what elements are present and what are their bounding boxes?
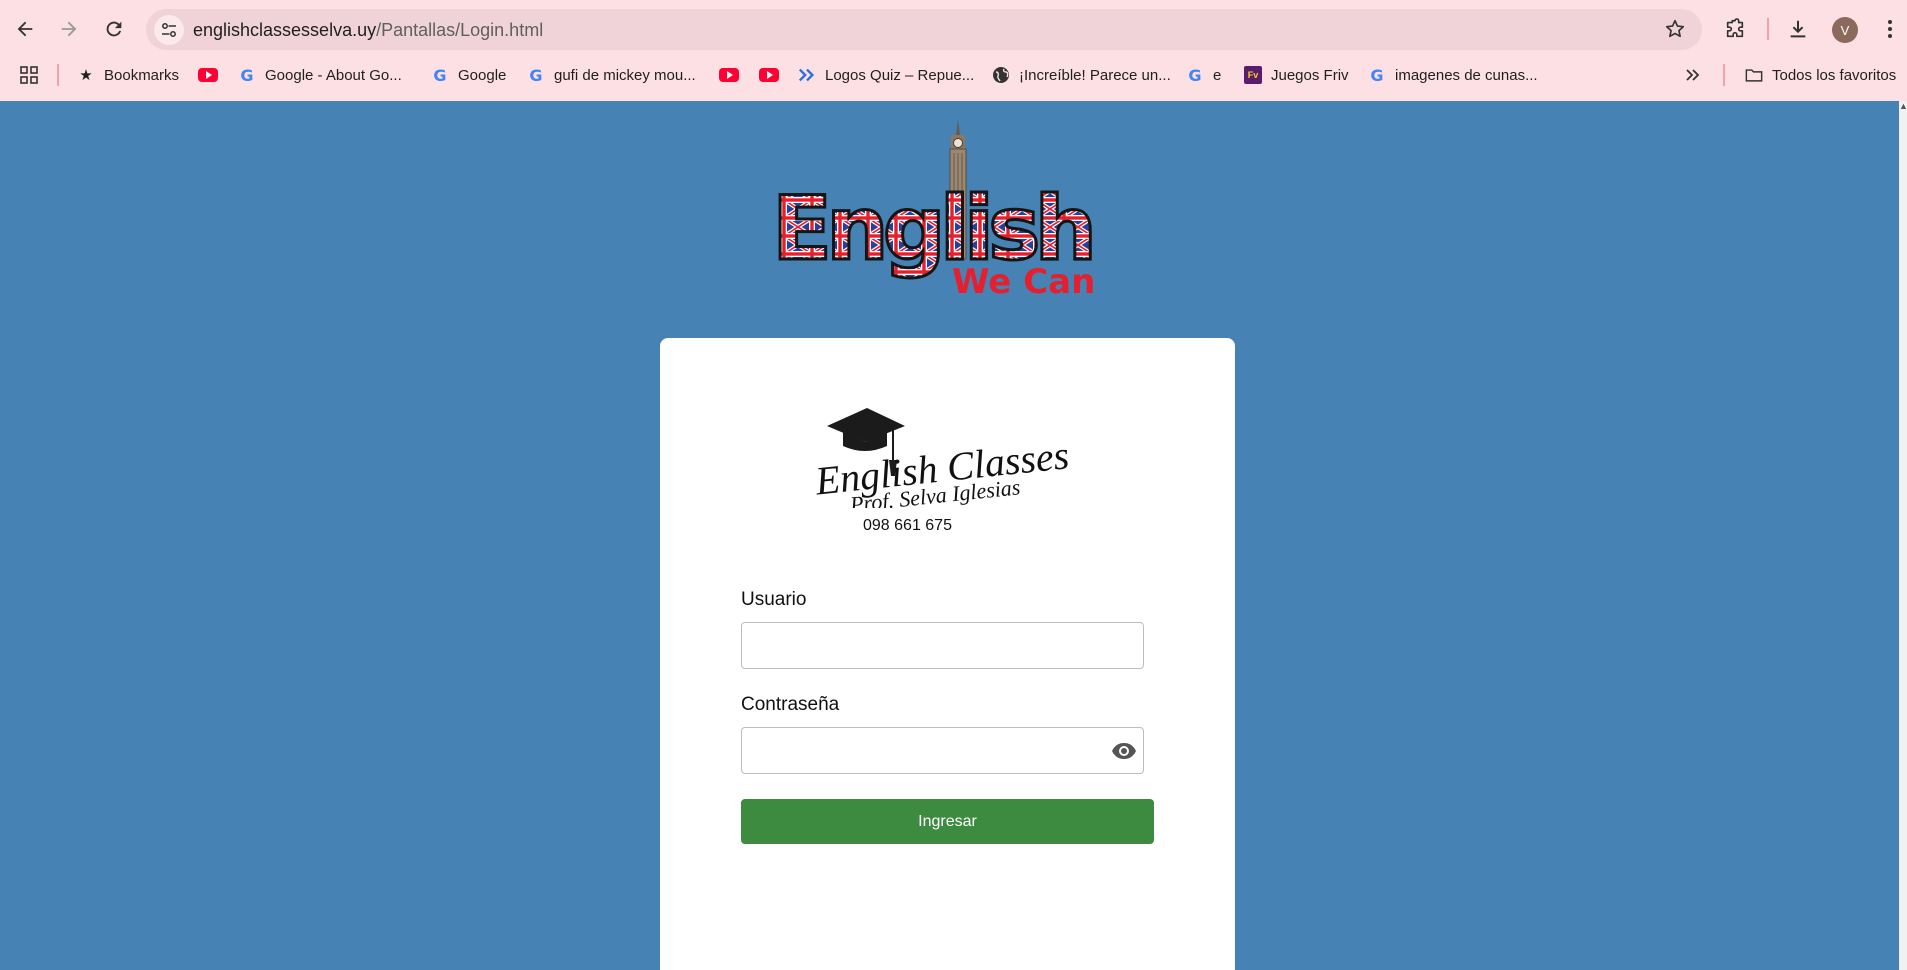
bookmark-label: imagenes de cunas... [1395, 66, 1538, 84]
apps-grid-icon [20, 66, 38, 84]
bookmark-item[interactable]: Ge [1186, 64, 1221, 86]
bookmark-label: Juegos Friv [1271, 66, 1349, 84]
login-submit-button[interactable]: Ingresar [741, 799, 1154, 844]
reload-button[interactable] [97, 12, 131, 46]
youtube-icon [719, 68, 739, 82]
youtube-icon [759, 68, 779, 82]
downloads-button[interactable] [1782, 13, 1814, 45]
login-card: English Classes Prof. Selva Iglesias 098… [660, 338, 1235, 970]
bookmark-item[interactable]: ¡Increíble! Parece un... [992, 64, 1171, 86]
puzzle-icon [1726, 18, 1744, 38]
bookmarks-divider [57, 64, 59, 86]
url-path: /Pantallas/Login.html [376, 20, 544, 40]
url-domain: englishclassesselva.uy [193, 20, 377, 40]
tune-icon [162, 23, 176, 37]
forward-arrow-icon [61, 21, 77, 37]
password-label: Contraseña [741, 694, 840, 715]
back-arrow-icon [17, 21, 33, 37]
browser-toolbar: englishclassesselva.uy/Pantallas/Login.h… [0, 0, 1907, 58]
bookmark-item[interactable] [198, 64, 218, 86]
bookmark-item[interactable]: Gimagenes de cunas... [1368, 64, 1538, 86]
globe-icon [992, 66, 1010, 84]
browser-menu-button[interactable] [1874, 13, 1906, 45]
bookmark-label: e [1213, 66, 1222, 84]
profile-avatar[interactable]: V [1832, 17, 1858, 43]
toolbar-divider [1767, 18, 1769, 40]
google-icon: G [240, 65, 254, 85]
username-input[interactable] [741, 622, 1144, 669]
kebab-menu-icon [1888, 20, 1892, 38]
all-bookmarks-label: Todos los favoritos [1772, 66, 1897, 84]
scroll-up-arrow-icon[interactable]: ▲ [1899, 101, 1907, 115]
bookmarks-bar: ★ Bookmarks G Google - About Go... G Google… [0, 60, 1907, 90]
bookmarks-divider [1723, 64, 1725, 86]
page-viewport: English We Can English Classes Prof. Sel… [0, 101, 1907, 970]
page-scrollbar[interactable]: ▲ [1899, 101, 1907, 970]
double-chevron-icon [798, 66, 816, 84]
bookmark-label: Bookmarks [104, 66, 180, 84]
back-button[interactable] [8, 12, 42, 46]
download-icon [1790, 20, 1806, 38]
star-icon: ★ [79, 67, 93, 84]
youtube-icon [198, 68, 218, 82]
reload-icon [106, 21, 122, 37]
bookmark-item[interactable]: G Google [431, 64, 506, 86]
user-label: Usuario [741, 589, 807, 610]
bookmark-label: Google - About Go... [265, 66, 402, 84]
bookmark-label: ¡Increíble! Parece un... [1019, 66, 1171, 84]
browser-chrome: englishclassesselva.uy/Pantallas/Login.h… [0, 0, 1907, 101]
chevron-double-right-icon [1686, 69, 1700, 81]
bookmark-star-icon[interactable] [1664, 18, 1686, 40]
friv-icon: Fv [1244, 66, 1262, 84]
url-text: englishclassesselva.uy/Pantallas/Login.h… [193, 20, 543, 41]
bookmark-label: Logos Quiz – Repue... [825, 66, 975, 84]
bookmark-item[interactable] [759, 64, 779, 86]
password-input[interactable] [741, 727, 1144, 774]
google-icon: G [1188, 65, 1202, 85]
bookmark-item[interactable]: G Google - About Go... [238, 64, 402, 86]
forward-button[interactable] [52, 12, 86, 46]
google-icon: G [529, 65, 543, 85]
bookmark-item[interactable]: ★ Bookmarks [77, 64, 179, 86]
more-bookmarks-button[interactable] [1685, 64, 1701, 86]
folder-icon [1745, 66, 1763, 84]
bookmark-item[interactable] [719, 64, 739, 86]
english-we-can-logo: English We Can [771, 119, 1099, 299]
extensions-button[interactable] [1719, 13, 1751, 45]
bookmark-item[interactable]: Fv Juegos Friv [1244, 64, 1349, 86]
bookmark-label: Google [458, 66, 507, 84]
bookmark-item[interactable]: Logos Quiz – Repue... [798, 64, 974, 86]
show-password-eye-icon[interactable] [1111, 739, 1137, 763]
bookmark-item[interactable]: Ggufi de mickey mou... [527, 64, 696, 86]
bookmark-label: gufi de mickey mou... [554, 66, 696, 84]
phone-number: 098 661 675 [863, 517, 952, 534]
hero-logo-subtext: We Can [952, 262, 1095, 299]
english-classes-logo: English Classes Prof. Selva Iglesias [812, 408, 1071, 508]
address-bar[interactable]: englishclassesselva.uy/Pantallas/Login.h… [146, 9, 1702, 50]
apps-button[interactable] [19, 64, 39, 86]
google-icon: G [1370, 65, 1384, 85]
google-icon: G [433, 65, 447, 85]
site-info-button[interactable] [154, 15, 184, 45]
all-bookmarks-folder[interactable]: Todos los favoritos [1745, 64, 1896, 86]
